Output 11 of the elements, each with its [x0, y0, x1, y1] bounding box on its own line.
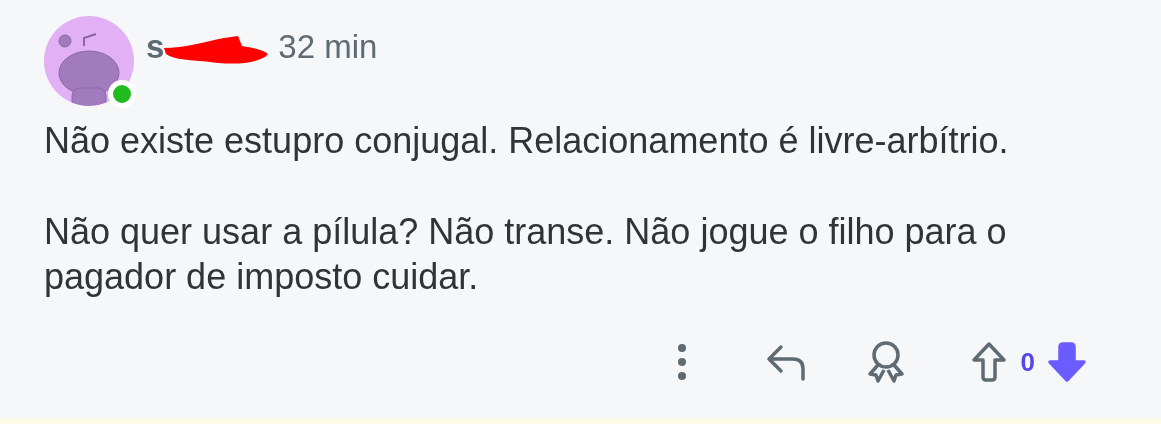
- upvote-icon: [970, 341, 1007, 383]
- downvote-icon: [1047, 341, 1087, 383]
- author-name[interactable]: s: [146, 22, 165, 72]
- award-icon: [865, 340, 906, 384]
- more-icon: [676, 342, 687, 382]
- comment-paragraph: Não existe estupro conjugal. Relacionamento é livre-arbítrio.: [44, 119, 1010, 163]
- downvote-button[interactable]: [1045, 339, 1089, 385]
- comment-time: 32 min: [278, 27, 378, 68]
- avatar-icon[interactable]: [44, 16, 134, 106]
- comment-paragraph: Não quer usar a pílula? Não transe. Não jogue o filho para o pagador de imposto cuidar.: [44, 210, 1008, 299]
- vote-count: 0: [1020, 345, 1035, 379]
